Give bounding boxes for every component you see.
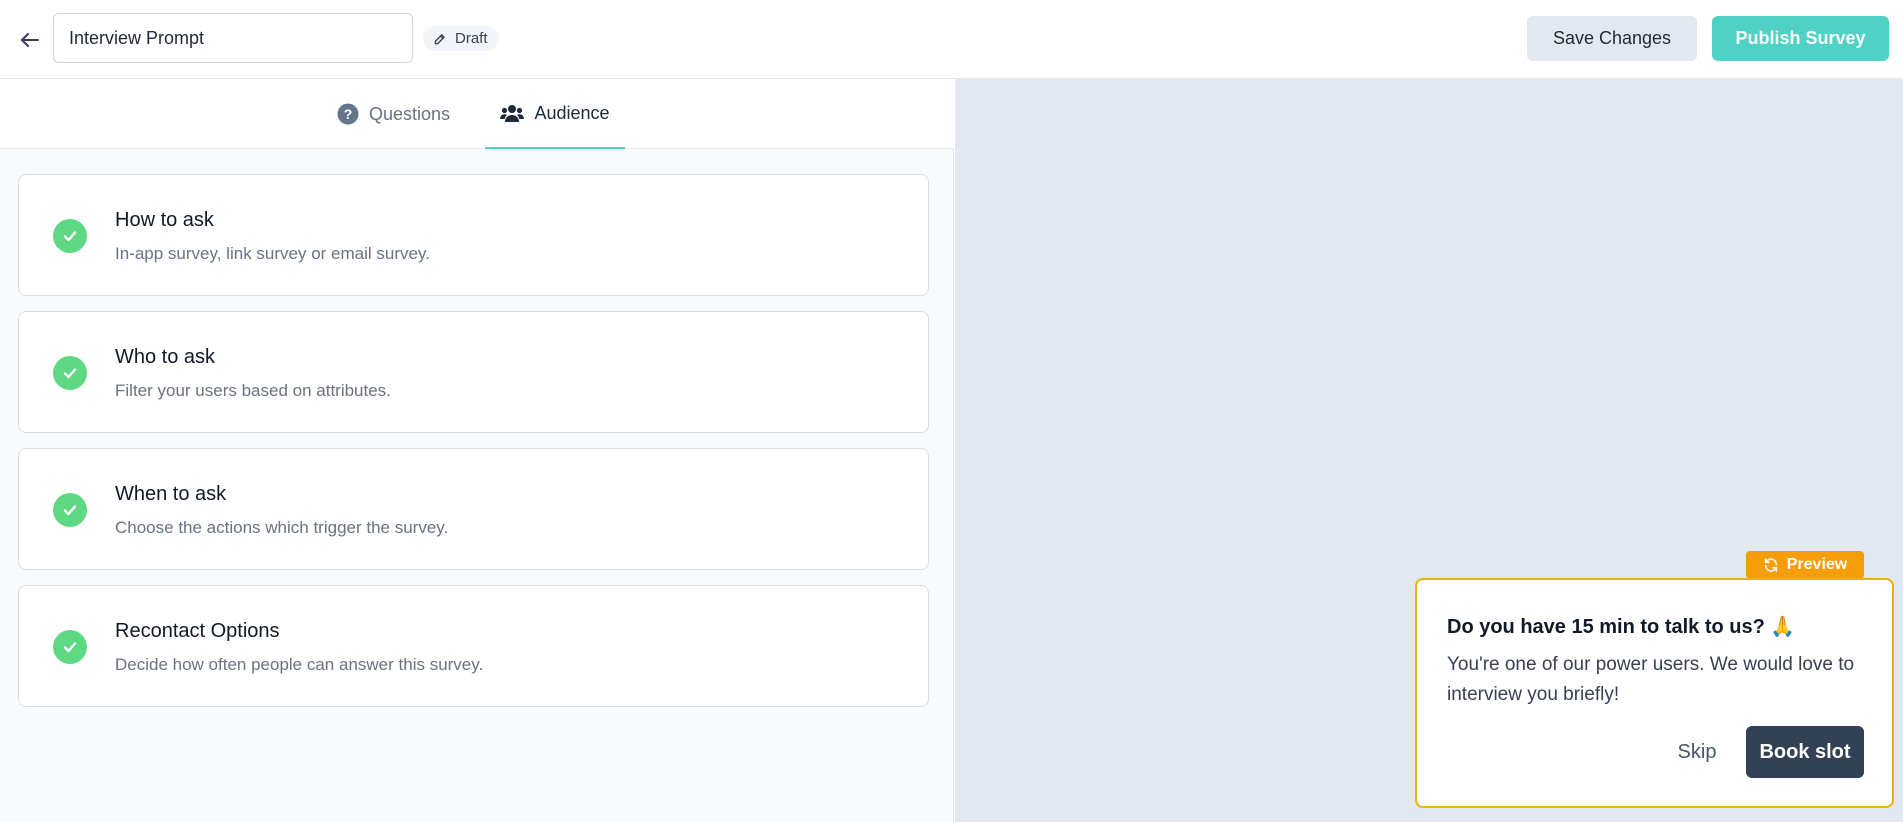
- recontact-options-card[interactable]: Recontact Options Decide how often peopl…: [18, 585, 929, 707]
- users-icon: [500, 105, 525, 122]
- card-title: Who to ask: [115, 346, 216, 368]
- tab-questions-label: Questions: [369, 103, 451, 124]
- card-description: Choose the actions which trigger the sur…: [115, 518, 449, 537]
- svg-text:?: ?: [344, 106, 353, 122]
- editor-panel: ? Questions Audience How to ask In-app s…: [0, 79, 954, 822]
- back-button[interactable]: [14, 24, 46, 56]
- card-title: How to ask: [115, 209, 214, 231]
- card-description: Filter your users based on attributes.: [115, 381, 391, 400]
- check-circle-icon: [53, 219, 87, 253]
- preview-badge-label: Preview: [1786, 556, 1848, 573]
- card-title: When to ask: [115, 483, 227, 505]
- publish-survey-button[interactable]: Publish Survey: [1712, 16, 1889, 61]
- audience-card-list: How to ask In-app survey, link survey or…: [18, 174, 929, 722]
- survey-subheader: You're one of our power users. We would …: [1447, 654, 1855, 705]
- status-badge: Draft: [423, 26, 499, 51]
- survey-preview-card: Do you have 15 min to talk to us? 🙏 You'…: [1415, 578, 1894, 808]
- top-bar: Draft Save Changes Publish Survey: [0, 0, 1903, 79]
- skip-button[interactable]: Skip: [1667, 728, 1727, 776]
- save-changes-button[interactable]: Save Changes: [1527, 16, 1697, 61]
- check-circle-icon: [53, 493, 87, 527]
- status-badge-label: Draft: [455, 30, 488, 47]
- check-circle-icon: [53, 356, 87, 390]
- tab-questions[interactable]: ? Questions: [337, 79, 473, 149]
- refresh-icon: [1764, 558, 1777, 572]
- survey-question: Do you have 15 min to talk to us? 🙏: [1447, 616, 1796, 638]
- survey-name-input[interactable]: [53, 13, 413, 63]
- question-circle-icon: ?: [337, 103, 359, 125]
- how-to-ask-card[interactable]: How to ask In-app survey, link survey or…: [18, 174, 929, 296]
- book-slot-button[interactable]: Book slot: [1746, 726, 1864, 778]
- tab-audience[interactable]: Audience: [485, 79, 625, 149]
- pencil-icon: [434, 33, 445, 44]
- arrow-left-icon: [21, 33, 39, 47]
- card-description: Decide how often people can answer this …: [115, 655, 484, 674]
- preview-badge[interactable]: Preview: [1746, 551, 1864, 579]
- card-description: In-app survey, link survey or email surv…: [115, 244, 430, 263]
- tab-audience-label: Audience: [534, 102, 610, 123]
- when-to-ask-card[interactable]: When to ask Choose the actions which tri…: [18, 448, 929, 570]
- check-circle-icon: [53, 630, 87, 664]
- card-title: Recontact Options: [115, 620, 280, 642]
- editor-tabs: ? Questions Audience: [0, 79, 954, 149]
- who-to-ask-card[interactable]: Who to ask Filter your users based on at…: [18, 311, 929, 433]
